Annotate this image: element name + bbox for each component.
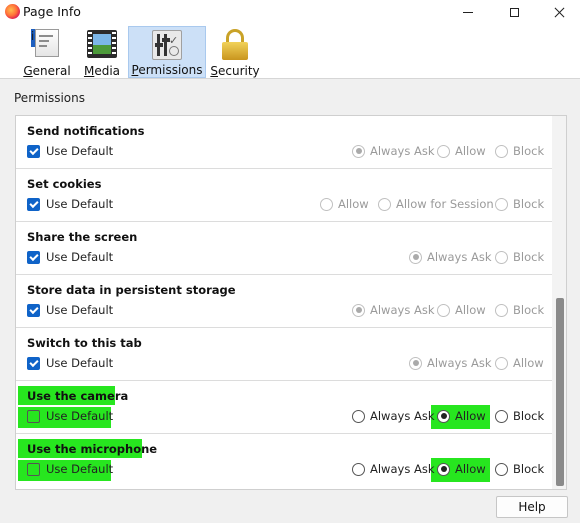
permission-row-switch-tab: Switch to this tab Use Default Always As…	[16, 328, 552, 381]
use-default-checkbox[interactable]: Use Default	[27, 144, 113, 158]
tab-general[interactable]: i General	[23, 26, 71, 78]
use-default-checkbox[interactable]: Use Default	[27, 356, 113, 370]
permission-title: Use the microphone	[27, 442, 158, 456]
permission-title: Switch to this tab	[27, 336, 142, 350]
maximize-button[interactable]	[492, 0, 536, 24]
radio-always-ask[interactable]: Always Ask	[409, 356, 492, 370]
permission-title: Share the screen	[27, 230, 138, 244]
close-icon	[554, 7, 565, 18]
radio-block[interactable]: Block	[495, 303, 544, 317]
radio-allow-for-session[interactable]: Allow for Session	[378, 197, 494, 211]
permission-row-notifications: Send notifications Use Default Always As…	[16, 116, 552, 169]
checkbox-checked-icon	[27, 250, 40, 264]
minimize-button[interactable]	[446, 0, 490, 24]
permissions-list[interactable]: Send notifications Use Default Always As…	[15, 115, 567, 490]
help-button[interactable]: Help	[496, 496, 568, 518]
film-icon	[86, 29, 118, 60]
checkbox-checked-icon	[27, 356, 40, 370]
page-info-toolbar: i General Media ✓ Permissions Security	[0, 24, 580, 79]
padlock-icon	[219, 29, 251, 60]
tab-permissions[interactable]: ✓ Permissions	[128, 26, 206, 78]
checkbox-checked-icon	[27, 303, 40, 317]
maximize-icon	[509, 7, 519, 17]
radio-block[interactable]: Block	[495, 462, 544, 476]
use-default-checkbox[interactable]: Use Default	[27, 197, 113, 211]
permission-title: Set cookies	[27, 177, 102, 191]
radio-block[interactable]: Block	[495, 250, 544, 264]
window-title: Page Info	[23, 4, 81, 19]
minimize-icon	[463, 11, 473, 13]
sliders-icon: ✓	[151, 30, 183, 60]
radio-block[interactable]: Block	[495, 409, 544, 423]
radio-allow[interactable]: Allow	[437, 462, 486, 476]
use-default-checkbox[interactable]: Use Default	[27, 303, 113, 317]
permission-row-cookies: Set cookies Use Default Allow Allow for …	[16, 169, 552, 222]
radio-allow[interactable]: Allow	[437, 303, 486, 317]
permission-row-microphone: Use the microphone Use Default Always As…	[16, 434, 552, 487]
checkbox-checked-icon	[27, 197, 40, 211]
radio-allow[interactable]: Allow	[320, 197, 369, 211]
radio-always-ask[interactable]: Always Ask	[352, 303, 435, 317]
permission-row-storage: Store data in persistent storage Use Def…	[16, 275, 552, 328]
firefox-logo-icon	[5, 4, 20, 19]
use-default-checkbox[interactable]: Use Default	[27, 409, 113, 423]
permissions-section-label: Permissions	[14, 91, 85, 105]
permission-row-camera: Use the camera Use Default Always Ask Al…	[16, 381, 552, 434]
permission-row-screen: Share the screen Use Default Always Ask …	[16, 222, 552, 275]
use-default-checkbox[interactable]: Use Default	[27, 250, 113, 264]
radio-always-ask[interactable]: Always Ask	[352, 409, 435, 423]
radio-allow[interactable]: Allow	[437, 144, 486, 158]
radio-always-ask[interactable]: Always Ask	[409, 250, 492, 264]
close-button[interactable]	[537, 0, 580, 24]
radio-allow[interactable]: Allow	[495, 356, 544, 370]
checkbox-unchecked-icon	[27, 409, 40, 423]
radio-block[interactable]: Block	[495, 197, 544, 211]
title-bar: Page Info	[0, 0, 580, 24]
permission-title: Send notifications	[27, 124, 145, 138]
use-default-checkbox[interactable]: Use Default	[27, 462, 113, 476]
permission-title: Store data in persistent storage	[27, 283, 236, 297]
radio-allow[interactable]: Allow	[437, 409, 486, 423]
radio-block[interactable]: Block	[495, 144, 544, 158]
tab-security[interactable]: Security	[210, 26, 260, 78]
radio-always-ask[interactable]: Always Ask	[352, 144, 435, 158]
checkbox-unchecked-icon	[27, 462, 40, 476]
radio-always-ask[interactable]: Always Ask	[352, 462, 435, 476]
info-icon: i	[31, 29, 63, 60]
tab-media[interactable]: Media	[82, 26, 122, 78]
permission-title: Use the camera	[27, 389, 129, 403]
checkbox-checked-icon	[27, 144, 40, 158]
scrollbar-thumb[interactable]	[556, 298, 564, 486]
